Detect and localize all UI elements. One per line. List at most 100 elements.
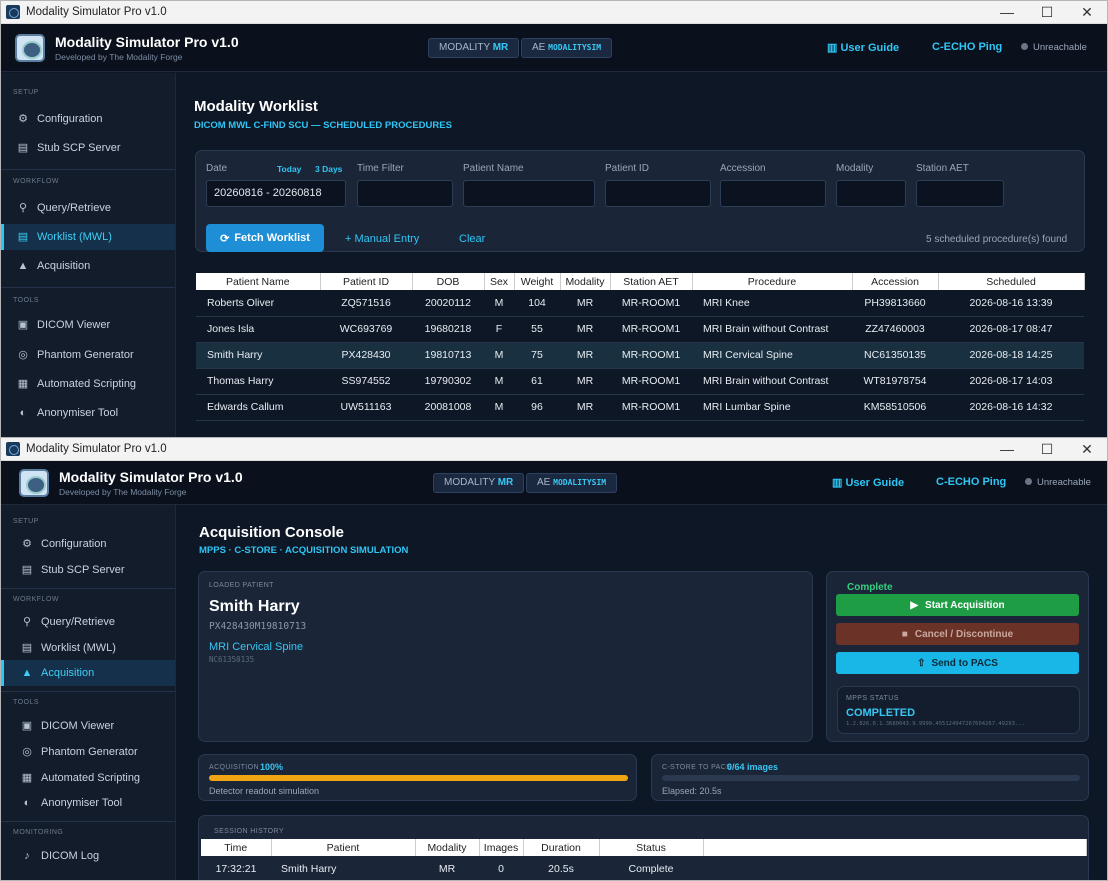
close-icon[interactable]: ✕ bbox=[1067, 438, 1107, 460]
today-button[interactable]: Today bbox=[277, 164, 301, 174]
modality-input[interactable] bbox=[836, 180, 906, 207]
station-aet-input[interactable] bbox=[916, 180, 1004, 207]
accession-input[interactable] bbox=[720, 180, 826, 207]
echo-ping-button[interactable]: C-ECHO Ping bbox=[932, 41, 1002, 53]
sidebar-item-configuration[interactable]: ⚙ Configuration bbox=[1, 106, 175, 132]
sidebar-item-stub-scp[interactable]: ▤ Stub SCP Server bbox=[1, 135, 175, 161]
column-header[interactable]: Patient Name bbox=[196, 273, 321, 290]
manual-entry-button[interactable]: + Manual Entry bbox=[345, 233, 419, 245]
sidebar-item-scripting[interactable]: ▦ Automated Scripting bbox=[1, 765, 175, 791]
column-header[interactable]: Modality bbox=[560, 273, 611, 290]
close-icon[interactable]: ✕ bbox=[1067, 1, 1107, 23]
table-cell: Complete bbox=[628, 863, 674, 875]
sidebar-item-acquisition[interactable]: ▲ Acquisition bbox=[1, 253, 175, 279]
column-header[interactable]: Accession bbox=[852, 273, 939, 290]
patient-meta: PX428430M19810713 bbox=[209, 621, 307, 632]
sidebar-item-dicom-viewer[interactable]: ▣ DICOM Viewer bbox=[1, 312, 175, 338]
table-cell: M bbox=[484, 368, 514, 395]
table-row[interactable]: Smith Harry PX428430 19810713 M 75 MR MR-ROOM1… bbox=[196, 342, 1084, 369]
column-header[interactable]: Images bbox=[479, 839, 524, 856]
table-cell: MRI Knee bbox=[692, 290, 852, 317]
three-days-button[interactable]: 3 Days bbox=[315, 164, 342, 174]
gear-icon: ⚙ bbox=[22, 538, 32, 550]
column-header[interactable]: Time bbox=[201, 839, 272, 856]
procedure-name: MRI Cervical Spine bbox=[209, 641, 304, 653]
sidebar-item-dicom-viewer[interactable]: ▣ DICOM Viewer bbox=[1, 713, 175, 739]
column-header[interactable]: Patient ID bbox=[320, 273, 413, 290]
column-header[interactable]: Duration bbox=[523, 839, 600, 856]
column-header[interactable]: Modality bbox=[415, 839, 480, 856]
column-header[interactable]: Patient bbox=[271, 839, 416, 856]
sidebar-item-configuration[interactable]: ⚙ Configuration bbox=[1, 531, 175, 557]
table-cell: Smith Harry bbox=[281, 863, 337, 875]
table-cell: 2026-08-16 14:32 bbox=[938, 394, 1084, 421]
sidebar-item-stub-scp[interactable]: ▤ Stub SCP Server bbox=[1, 557, 175, 583]
echo-ping-button[interactable]: C-ECHO Ping bbox=[936, 476, 1006, 488]
cancel-discontinue-button[interactable]: ■ Cancel / Discontinue bbox=[836, 623, 1079, 645]
sidebar-item-scripting[interactable]: ▦ Automated Scripting bbox=[1, 371, 175, 397]
time-filter-input[interactable] bbox=[357, 180, 453, 207]
history-row[interactable]: 17:32:21 Smith Harry MR 0 20.5s Complete bbox=[201, 856, 1086, 880]
table-cell: M bbox=[484, 342, 514, 369]
user-guide-link[interactable]: ▥ User Guide bbox=[827, 41, 899, 54]
anonymise-icon: ◐ bbox=[19, 407, 27, 419]
table-cell: ZQ571516 bbox=[320, 290, 412, 317]
minimize-icon[interactable]: — bbox=[987, 438, 1027, 460]
start-acquisition-button[interactable]: ▶ Start Acquisition bbox=[836, 594, 1079, 616]
results-count: 5 scheduled procedure(s) found bbox=[926, 234, 1068, 245]
table-cell-spacer bbox=[703, 856, 1086, 880]
table-row[interactable]: Jones Isla WC693769 19680218 F 55 MR MR-ROOM1 M… bbox=[196, 316, 1084, 343]
sidebar: SETUP ⚙ Configuration ▤ Stub SCP Server WO… bbox=[1, 505, 176, 880]
table-cell: WC693769 bbox=[320, 316, 412, 343]
sidebar-item-worklist[interactable]: ▤ Worklist (MWL) bbox=[1, 224, 175, 250]
sidebar-item-query-retrieve[interactable]: ⚲ Query/Retrieve bbox=[1, 195, 175, 221]
sidebar-item-worklist[interactable]: ▤ Worklist (MWL) bbox=[1, 635, 175, 661]
column-header[interactable]: Procedure bbox=[692, 273, 853, 290]
column-header[interactable]: Sex bbox=[484, 273, 515, 290]
minimize-icon[interactable]: — bbox=[987, 1, 1027, 23]
patient-name-input[interactable] bbox=[463, 180, 595, 207]
play-icon: ▶ bbox=[910, 599, 919, 611]
column-header[interactable]: Scheduled bbox=[938, 273, 1085, 290]
table-cell: MRI Cervical Spine bbox=[692, 342, 852, 369]
clear-button[interactable]: Clear bbox=[459, 233, 485, 245]
sidebar-item-anonymiser[interactable]: ◐ Anonymiser Tool bbox=[1, 790, 175, 816]
sidebar-item-phantom[interactable]: ◎ Phantom Generator bbox=[1, 739, 175, 765]
patient-id-input[interactable] bbox=[605, 180, 711, 207]
table-cell: MR bbox=[560, 368, 610, 395]
sidebar-item-anonymiser[interactable]: ◐ Anonymiser Tool bbox=[1, 400, 175, 426]
date-range-input[interactable]: 20260816 - 20260818 bbox=[206, 180, 346, 207]
user-guide-link[interactable]: ▥ User Guide bbox=[832, 476, 904, 489]
maximize-icon[interactable]: ☐ bbox=[1027, 1, 1067, 23]
app-header: Modality Simulator Pro v1.0 Developed by… bbox=[1, 24, 1107, 72]
column-header[interactable]: DOB bbox=[412, 273, 485, 290]
column-header[interactable]: Weight bbox=[514, 273, 561, 290]
sidebar-item-query-retrieve[interactable]: ⚲ Query/Retrieve bbox=[1, 609, 175, 635]
table-cell: 2026-08-18 14:25 bbox=[938, 342, 1084, 369]
fetch-worklist-button[interactable]: ⟳ Fetch Worklist bbox=[206, 224, 324, 252]
image-icon: ▣ bbox=[21, 720, 33, 732]
column-header[interactable]: Station AET bbox=[610, 273, 693, 290]
sidebar-item-dicom-log[interactable]: ♪ DICOM Log bbox=[1, 843, 175, 869]
gear-icon: ⚙ bbox=[18, 113, 28, 125]
table-row[interactable]: Edwards Callum UW511163 20081008 M 96 MR MR-RO… bbox=[196, 394, 1084, 421]
column-header[interactable]: Status bbox=[599, 839, 704, 856]
table-row[interactable]: Roberts Oliver ZQ571516 20020112 M 104 MR MR-R… bbox=[196, 290, 1084, 317]
script-icon: ▦ bbox=[21, 772, 33, 784]
acquisition-progress-fill bbox=[209, 775, 628, 781]
mpps-label: MPPS STATUS bbox=[846, 695, 899, 702]
phantom-icon: ◎ bbox=[22, 746, 32, 758]
patient-id-label: Patient ID bbox=[605, 163, 649, 174]
modality-badge: MODALITY MR bbox=[428, 38, 520, 58]
table-row[interactable]: Thomas Harry SS974552 19790302 M 61 MR MR-ROOM… bbox=[196, 368, 1084, 395]
sidebar-item-phantom[interactable]: ◎ Phantom Generator bbox=[1, 342, 175, 368]
sidebar-item-acquisition[interactable]: ▲ Acquisition bbox=[1, 660, 175, 686]
send-to-pacs-button[interactable]: ⇧ Send to PACS bbox=[836, 652, 1079, 674]
acquisition-icon: ▲ bbox=[21, 667, 33, 679]
maximize-icon[interactable]: ☐ bbox=[1027, 438, 1067, 460]
table-cell: MR bbox=[560, 316, 610, 343]
table-cell: 55 bbox=[514, 316, 560, 343]
app-title: Modality Simulator Pro v1.0 bbox=[59, 468, 243, 485]
modality-badge: MODALITY MR bbox=[433, 473, 525, 493]
table-cell: 0 bbox=[498, 863, 504, 875]
